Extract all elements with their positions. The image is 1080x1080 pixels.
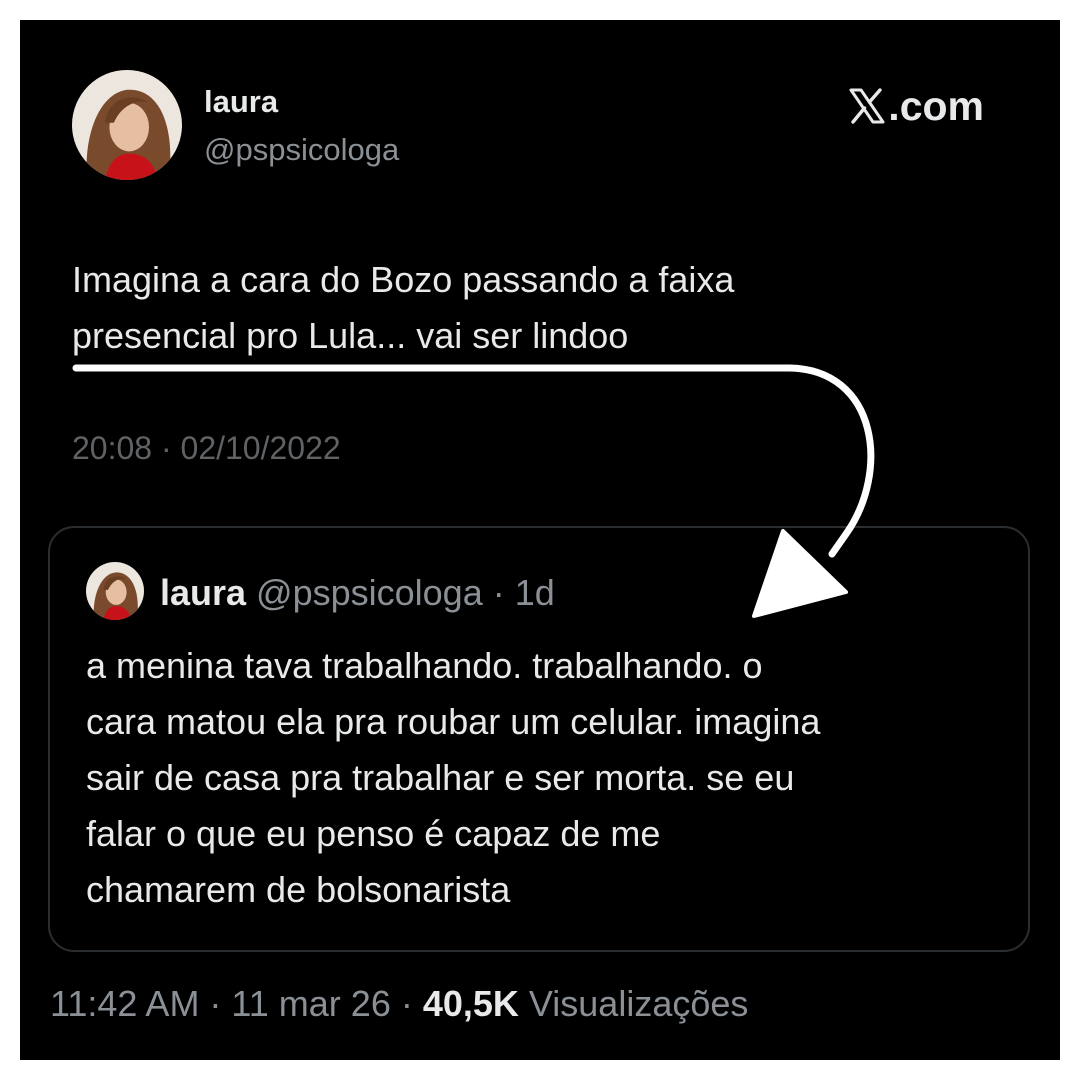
avatar-photo bbox=[86, 562, 144, 620]
avatar[interactable] bbox=[72, 70, 182, 180]
avatar-photo bbox=[72, 70, 182, 180]
views-label: Visualizações bbox=[518, 983, 749, 1024]
quote-text: a menina tava trabalhando. trabalhando. … bbox=[86, 645, 821, 910]
quote-display-name[interactable]: laura bbox=[160, 572, 246, 613]
display-name[interactable]: laura bbox=[204, 84, 278, 120]
quote-header: laura @pspsicologa · 1d bbox=[160, 572, 555, 614]
quoted-tweet-card[interactable]: laura @pspsicologa · 1d a menina tava tr… bbox=[48, 526, 1030, 952]
post-time-date[interactable]: 11:42 AM · 11 mar 26 · bbox=[50, 983, 423, 1024]
x-logo-icon bbox=[849, 88, 885, 124]
post-footer: 11:42 AM · 11 mar 26 · 40,5K Visualizaçõ… bbox=[50, 982, 748, 1026]
quote-avatar[interactable] bbox=[86, 562, 144, 620]
tweet-timestamp[interactable]: 20:08 · 02/10/2022 bbox=[72, 428, 341, 468]
view-count: 40,5K bbox=[422, 983, 519, 1024]
user-handle[interactable]: @pspsicologa bbox=[204, 132, 399, 168]
tweet-screenshot: laura @pspsicologa .com Imagina a cara d… bbox=[20, 20, 1060, 1060]
tweet-text: Imagina a cara do Bozo passando a faixa … bbox=[72, 259, 735, 356]
brand-domain: .com bbox=[888, 83, 984, 129]
quote-handle-meta: @pspsicologa · 1d bbox=[246, 572, 555, 613]
brand-watermark: .com bbox=[847, 82, 984, 130]
